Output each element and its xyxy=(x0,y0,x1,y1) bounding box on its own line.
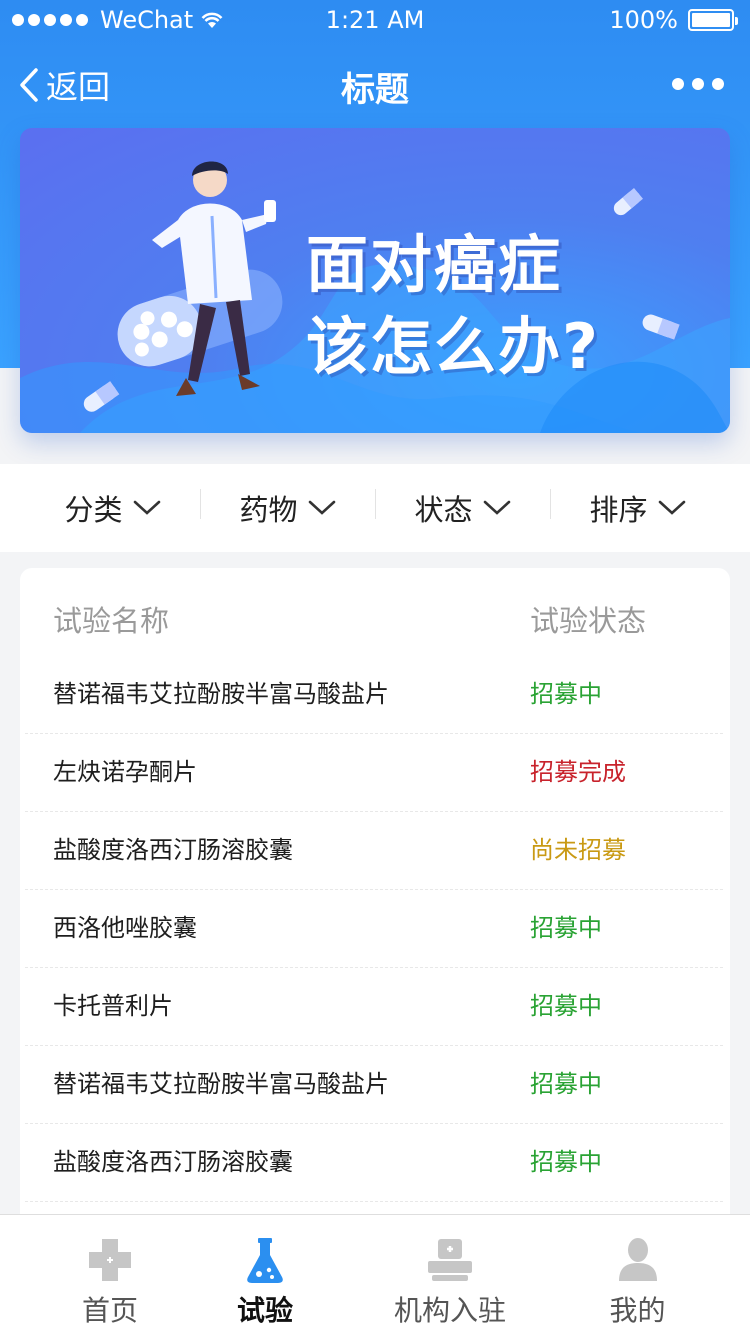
column-header-name: 试验名称 xyxy=(53,604,170,638)
filter-sort[interactable]: 排序 xyxy=(550,487,725,529)
filter-label: 排序 xyxy=(589,493,648,527)
list-header: 试验名称 试验状态 xyxy=(20,568,730,660)
filter-label: 药物 xyxy=(239,493,298,527)
banner-line-1: 面对癌症 xyxy=(306,228,563,301)
trial-status: 招募完成 xyxy=(530,758,626,786)
chevron-down-icon xyxy=(308,500,335,515)
trial-status: 招募中 xyxy=(530,914,602,942)
banner[interactable]: 面对癌症 该怎么办? xyxy=(20,128,730,433)
battery-icon xyxy=(688,9,738,31)
battery-percent: 100% xyxy=(609,6,678,34)
trial-name: 替诺福韦艾拉酚胺半富马酸盐片 xyxy=(53,680,389,708)
tab-home[interactable]: 首页 xyxy=(20,1215,200,1334)
home-cross-icon xyxy=(89,1239,131,1281)
table-row[interactable]: 左炔诺孕酮片 招募完成 xyxy=(25,734,723,812)
tab-label: 试验 xyxy=(236,1294,293,1327)
status-right: 100% xyxy=(609,6,738,34)
trial-status: 尚未招募 xyxy=(530,836,626,864)
hospital-icon xyxy=(428,1239,472,1281)
trial-name: 西洛他唑胶囊 xyxy=(53,914,197,942)
trial-list: 试验名称 试验状态 替诺福韦艾拉酚胺半富马酸盐片 招募中 左炔诺孕酮片 招募完成… xyxy=(20,568,730,1228)
filter-label: 分类 xyxy=(64,493,123,527)
tab-trial[interactable]: 试验 xyxy=(175,1215,355,1334)
trial-status: 招募中 xyxy=(530,680,602,708)
tab-mine[interactable]: 我的 xyxy=(545,1215,730,1334)
filter-drug[interactable]: 药物 xyxy=(200,487,375,529)
banner-line-2: 该怎么办? xyxy=(306,310,600,383)
more-button[interactable] xyxy=(672,78,724,90)
nav-bar: 返回 标题 xyxy=(0,48,750,120)
filter-status[interactable]: 状态 xyxy=(375,487,550,529)
user-icon xyxy=(618,1238,657,1281)
tab-label: 机构入驻 xyxy=(393,1294,506,1327)
chevron-down-icon xyxy=(133,500,160,515)
trial-status: 招募中 xyxy=(530,1070,602,1098)
tab-label: 我的 xyxy=(609,1294,666,1327)
status-bar: WeChat 1:21 AM 100% xyxy=(0,0,750,40)
tab-institution[interactable]: 机构入驻 xyxy=(355,1215,545,1334)
flask-icon xyxy=(247,1238,283,1283)
table-row[interactable]: 替诺福韦艾拉酚胺半富马酸盐片 招募中 xyxy=(25,1046,723,1124)
filter-bar: 分类 药物 状态 排序 xyxy=(0,464,750,552)
table-row[interactable]: 卡托普利片 招募中 xyxy=(25,968,723,1046)
more-dot-icon xyxy=(672,78,684,90)
banner-text: 面对癌症 该怎么办? xyxy=(306,224,600,388)
filter-label: 状态 xyxy=(414,493,473,527)
table-row[interactable]: 替诺福韦艾拉酚胺半富马酸盐片 招募中 xyxy=(25,656,723,734)
tab-bar: 首页 试验 机构入驻 我的 xyxy=(0,1214,750,1334)
trial-name: 替诺福韦艾拉酚胺半富马酸盐片 xyxy=(53,1070,389,1098)
chevron-down-icon xyxy=(658,500,685,515)
page-title: 标题 xyxy=(341,70,409,110)
table-row[interactable]: 西洛他唑胶囊 招募中 xyxy=(25,890,723,968)
trial-status: 招募中 xyxy=(530,1148,602,1176)
more-dot-icon xyxy=(692,78,704,90)
filter-category[interactable]: 分类 xyxy=(25,487,200,529)
tab-label: 首页 xyxy=(81,1294,138,1327)
chevron-down-icon xyxy=(483,500,510,515)
table-row[interactable]: 盐酸度洛西汀肠溶胶囊 尚未招募 xyxy=(25,812,723,890)
trial-status: 招募中 xyxy=(530,992,602,1020)
trial-name: 卡托普利片 xyxy=(53,992,173,1020)
trial-name: 盐酸度洛西汀肠溶胶囊 xyxy=(53,836,293,864)
more-dot-icon xyxy=(712,78,724,90)
column-header-status: 试验状态 xyxy=(530,604,647,638)
trial-name: 盐酸度洛西汀肠溶胶囊 xyxy=(53,1148,293,1176)
table-row[interactable]: 盐酸度洛西汀肠溶胶囊 招募中 xyxy=(25,1124,723,1202)
trial-name: 左炔诺孕酮片 xyxy=(53,758,197,786)
